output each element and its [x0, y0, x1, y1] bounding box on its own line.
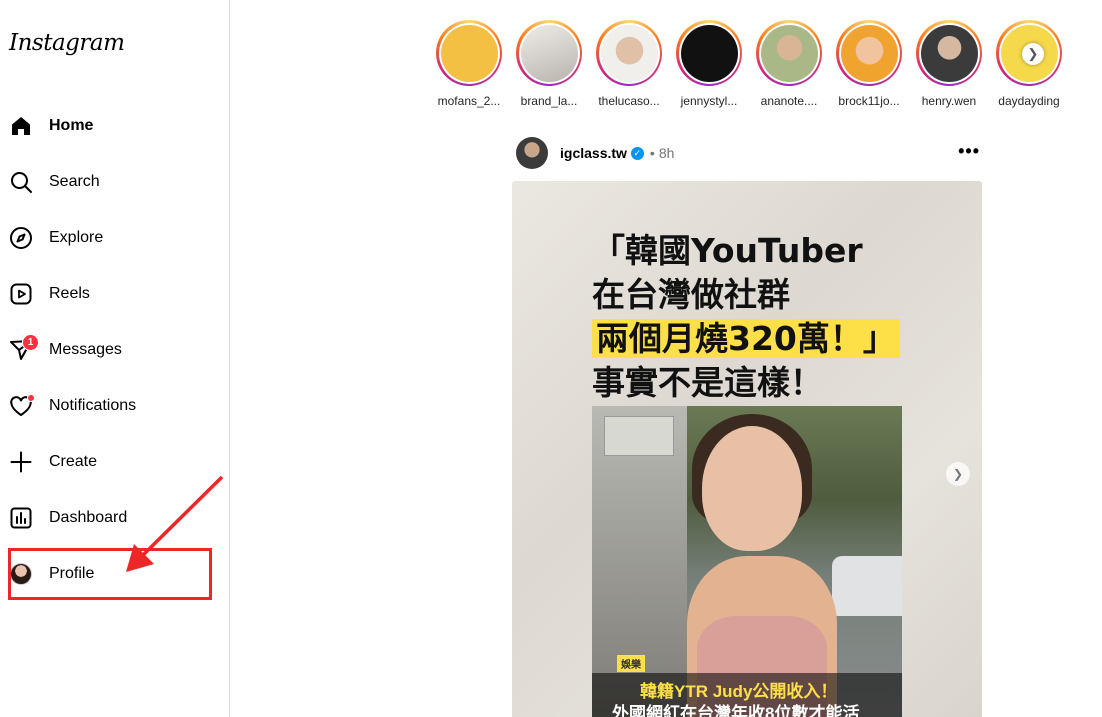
story-item[interactable]: henry.wen: [912, 20, 986, 108]
plus-icon: [8, 449, 34, 475]
dashboard-icon: [8, 505, 34, 531]
sidebar-item-label: Reels: [49, 285, 90, 302]
story-username: mofans_2...: [437, 94, 501, 108]
annotation-arrow: [126, 475, 224, 572]
parked-car: [832, 556, 902, 616]
category-tag: 娛樂: [617, 655, 645, 672]
message-count-badge: 1: [22, 334, 39, 351]
person-face: [702, 426, 802, 551]
headline-line: 事實不是這樣！: [592, 363, 823, 402]
story-avatar: [760, 24, 818, 82]
post-separator: •: [649, 145, 655, 161]
story-username: ananote....: [760, 94, 818, 108]
story-ring: [516, 20, 582, 86]
story-ring: [756, 20, 822, 86]
sidebar: Instagram Home Search Explore Reels 1 Me…: [0, 0, 230, 717]
post-media[interactable]: 「韓國YouTuber 在台灣做社群 兩個月燒320萬！」 事實不是這樣！ 娛樂…: [512, 181, 982, 717]
headline-line: 兩個月燒320萬！」: [592, 317, 972, 361]
story-username: brand_la...: [520, 94, 578, 108]
story-username: jennystyl...: [680, 94, 738, 108]
air-conditioner: [604, 416, 674, 456]
story-avatar: [920, 24, 978, 82]
story-item[interactable]: brand_la...: [512, 20, 586, 108]
notification-dot: [27, 394, 35, 402]
instagram-logo[interactable]: Instagram: [9, 30, 125, 56]
story-ring: [436, 20, 502, 86]
caption-line-2: 外國網紅在台灣年收8位數才能活: [612, 704, 860, 717]
sidebar-item-home[interactable]: Home: [8, 104, 218, 148]
chevron-right-icon: ❯: [1027, 46, 1039, 61]
story-ring: [836, 20, 902, 86]
stories-next-button[interactable]: ❯: [1022, 43, 1044, 65]
story-username: brock11jo...: [838, 94, 900, 108]
story-ring: [916, 20, 982, 86]
reels-icon: [8, 281, 34, 307]
post-author-avatar[interactable]: [516, 137, 548, 169]
carousel-next-button[interactable]: ❯: [946, 462, 970, 486]
chevron-right-icon: ❯: [952, 467, 964, 481]
sidebar-item-search[interactable]: Search: [8, 160, 218, 204]
messenger-icon: 1: [8, 334, 39, 363]
heart-icon: [8, 393, 35, 419]
story-item[interactable]: jennystyl...: [672, 20, 746, 108]
headline-line: 「韓國YouTuber: [592, 231, 863, 270]
sidebar-item-label: Search: [49, 173, 100, 190]
compass-icon: [8, 225, 34, 251]
story-username: thelucaso...: [598, 94, 660, 108]
story-avatar: [520, 24, 578, 82]
sidebar-item-messages[interactable]: 1 Messages: [8, 328, 218, 372]
post-header: igclass.tw ✓ • 8h •••: [516, 137, 986, 169]
sidebar-item-label: Dashboard: [49, 509, 128, 526]
sidebar-item-explore[interactable]: Explore: [8, 216, 218, 260]
story-username: henry.wen: [921, 94, 977, 108]
sidebar-item-reels[interactable]: Reels: [8, 272, 218, 316]
sidebar-item-label: Create: [49, 453, 98, 470]
sidebar-item-label: Messages: [49, 341, 122, 358]
headline-highlight: 兩個月燒320萬！」: [592, 319, 900, 358]
story-avatar: [840, 24, 898, 82]
story-item[interactable]: brock11jo...: [832, 20, 906, 108]
story-avatar: [600, 24, 658, 82]
post-timestamp[interactable]: 8h: [659, 145, 675, 161]
stories-tray: mofans_2... brand_la... thelucaso... jen…: [432, 20, 1072, 110]
story-avatar: [440, 24, 498, 82]
sidebar-item-label: Home: [49, 117, 94, 134]
headline-line: 在台灣做社群: [592, 275, 790, 314]
sidebar-item-label: Notifications: [49, 397, 137, 414]
story-username: daydayding: [998, 94, 1060, 108]
home-icon: [8, 113, 34, 139]
post-username[interactable]: igclass.tw: [560, 145, 627, 161]
story-avatar: [680, 24, 738, 82]
more-options-icon[interactable]: •••: [958, 141, 980, 162]
story-item[interactable]: ananote....: [752, 20, 826, 108]
story-ring: [676, 20, 742, 86]
story-item[interactable]: mofans_2...: [432, 20, 506, 108]
verified-badge-icon: ✓: [630, 146, 644, 160]
sidebar-item-notifications[interactable]: Notifications: [8, 384, 218, 428]
sidebar-item-label: Explore: [49, 229, 104, 246]
search-icon: [8, 169, 34, 195]
story-item[interactable]: thelucaso...: [592, 20, 666, 108]
story-ring: [596, 20, 662, 86]
